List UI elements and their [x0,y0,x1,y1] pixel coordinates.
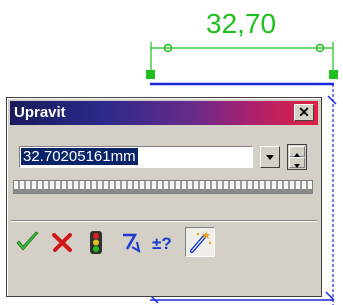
reverse-direction-button[interactable] [115,227,145,257]
ok-button[interactable] [13,227,43,257]
close-icon: ✕ [298,104,310,120]
endpoint-handle-right [329,70,338,79]
magic-wand-icon [190,231,212,253]
traffic-light-icon [90,231,102,254]
svg-text:±?: ±? [152,234,172,253]
dropdown-button[interactable] [260,146,280,168]
close-button[interactable]: ✕ [294,104,314,121]
reverse-arrow-icon [123,233,141,253]
tolerance-button[interactable]: ±? [149,227,179,257]
cancel-button[interactable] [47,227,77,257]
dimension-value-label[interactable]: 32,70 [206,8,276,40]
toolbar-divider [11,220,317,222]
modify-dialog: Upravit ✕ 32.70205161mm ±? [6,97,322,297]
dialog-titlebar[interactable]: Upravit ✕ [10,101,318,125]
mark-for-drawing-button[interactable] [185,227,215,257]
spin-up-button[interactable] [289,146,305,157]
sketch-corner-mark [327,95,337,105]
plus-minus-question-icon: ±? [152,234,172,253]
value-input-text[interactable]: 32.70205161mm [21,148,138,165]
spin-down-button[interactable] [289,157,305,168]
endpoint-handle-left [146,70,155,79]
checkmark-icon [16,231,39,251]
red-x-icon [52,233,72,252]
value-input[interactable]: 32.70205161mm [19,146,253,168]
chevron-down-icon [266,155,274,160]
thumbwheel-slider[interactable] [13,180,313,194]
dialog-title: Upravit [14,104,66,121]
value-spinner[interactable] [287,144,307,170]
rebuild-button[interactable] [81,227,111,257]
arrow-down-icon [294,164,300,168]
